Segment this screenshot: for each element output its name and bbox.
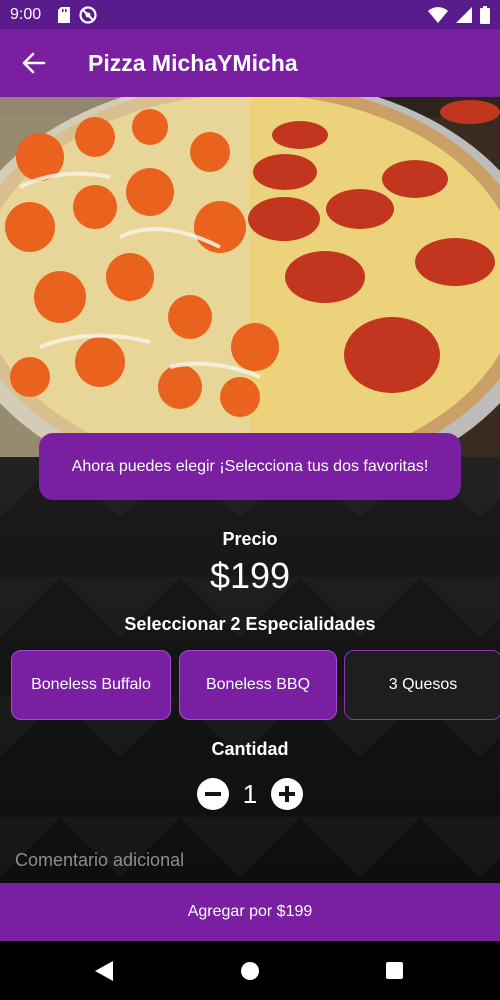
sd-card-icon	[58, 7, 70, 23]
battery-icon	[480, 6, 490, 24]
system-nav-bar	[0, 941, 500, 1000]
specialty-chip-label: 3 Quesos	[388, 676, 458, 693]
price-value: $199	[209, 555, 291, 596]
back-triangle-icon[interactable]	[95, 961, 113, 981]
status-time: 9:00	[10, 6, 42, 23]
add-to-cart-button[interactable]: Agregar por $199	[0, 883, 500, 941]
specialty-chip-label: Boneless BBQ	[205, 676, 311, 693]
specialty-chip-boneless-bbq[interactable]: Boneless BBQ	[179, 650, 337, 720]
home-circle-icon[interactable]	[241, 962, 259, 980]
page-title: Pizza MichaYMicha	[88, 50, 298, 76]
quantity-value: 1	[242, 778, 258, 809]
wifi-icon	[428, 7, 448, 23]
add-button-label: Agregar por $199	[187, 903, 313, 920]
app-bar: Pizza MichaYMicha	[0, 29, 500, 97]
promo-text: Ahora puedes elegir ¡Selecciona tus dos …	[71, 457, 429, 475]
plus-circle-icon[interactable]	[271, 778, 303, 810]
quantity-label: Cantidad	[211, 739, 289, 759]
price-label: Precio	[222, 529, 278, 549]
status-bar: 9:00	[0, 0, 500, 29]
minus-circle-icon[interactable]	[197, 778, 229, 810]
signal-icon	[456, 7, 472, 23]
comment-input[interactable]	[0, 838, 500, 883]
recents-square-icon[interactable]	[386, 962, 403, 979]
quantity-stepper: 1	[197, 777, 303, 811]
specialty-chip-3-quesos[interactable]: 3 Quesos	[344, 650, 500, 720]
pizza-image	[0, 97, 500, 457]
specialty-chip-label: Boneless Buffalo	[31, 676, 151, 693]
specialty-chip-boneless-buffalo[interactable]: Boneless Buffalo	[11, 650, 171, 720]
arrow-left-icon[interactable]	[20, 51, 48, 75]
promo-banner: Ahora puedes elegir ¡Selecciona tus dos …	[39, 433, 461, 500]
do-not-disturb-icon	[79, 6, 97, 24]
specialties-label: Seleccionar 2 Especialidades	[124, 614, 376, 634]
specialties-list[interactable]: Boneless Buffalo Boneless BBQ 3 Quesos	[11, 650, 500, 722]
